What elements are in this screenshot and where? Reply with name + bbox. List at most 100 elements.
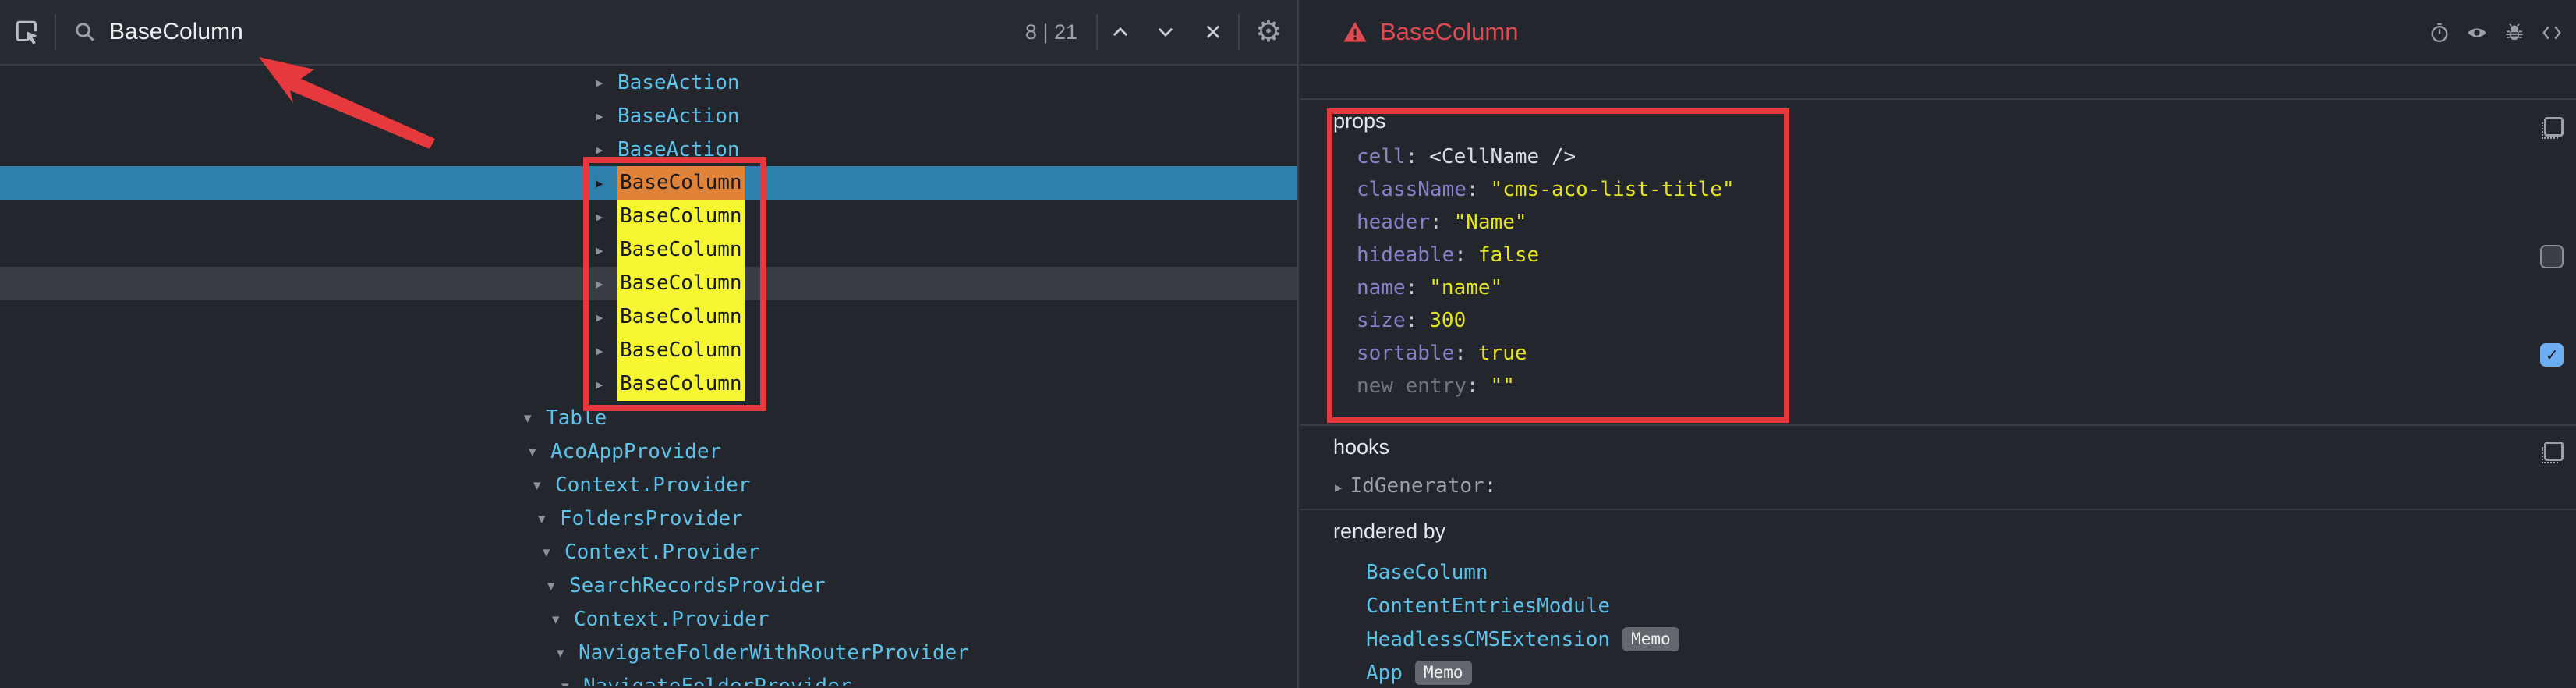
prop-value: true — [1478, 342, 1527, 365]
owner-name: BaseColumn — [1366, 561, 1488, 584]
prop-key: hideable — [1357, 243, 1467, 267]
search-match: BaseColumn — [617, 367, 745, 401]
search-results-count: 8 | 21 — [1025, 20, 1077, 44]
log-data-bug-icon[interactable] — [2504, 22, 2525, 44]
tree-row-hovered[interactable]: ▸BaseColumn — [0, 267, 1297, 300]
memo-badge: Memo — [1415, 661, 1472, 685]
tree-row[interactable]: ▾FoldersProvider — [0, 502, 1297, 535]
props-section: props cell<CellName /> className"cms-aco… — [1300, 100, 2576, 426]
prop-row[interactable]: name"name" — [1300, 271, 2576, 304]
collapse-triangle-icon[interactable]: ▸ — [596, 275, 617, 293]
component-name: FoldersProvider — [560, 507, 743, 530]
rendered-by-item[interactable]: ContentEntriesModule — [1300, 589, 2576, 622]
prop-key: sortable — [1357, 342, 1467, 365]
tree-row[interactable]: ▾SearchRecordsProvider — [0, 569, 1297, 602]
collapse-triangle-icon[interactable]: ▸ — [596, 208, 617, 225]
component-name: BaseAction — [617, 138, 740, 161]
expand-triangle-icon[interactable]: ▾ — [524, 410, 546, 427]
expand-triangle-icon[interactable]: ▾ — [547, 577, 569, 594]
prop-key: name — [1357, 276, 1417, 300]
expand-triangle-icon[interactable]: ▾ — [533, 477, 555, 494]
collapse-triangle-icon[interactable]: ▸ — [596, 74, 617, 91]
prop-checkbox-checked[interactable]: ✓ — [2540, 343, 2564, 367]
warning-icon — [1343, 20, 1368, 44]
expand-triangle-icon[interactable]: ▾ — [561, 678, 583, 687]
expand-triangle-icon[interactable]: ▾ — [552, 611, 574, 628]
prop-row[interactable]: sortable true ✓ — [1300, 337, 2576, 370]
component-name: BaseAction — [617, 105, 740, 128]
tree-row[interactable]: ▾Context.Provider — [0, 535, 1297, 569]
component-name: NavigateFolderProvider — [583, 675, 851, 687]
inspect-element-icon[interactable] — [0, 18, 55, 46]
collapse-triangle-icon[interactable]: ▸ — [596, 342, 617, 360]
rendered-by-item[interactable]: AppMemo — [1300, 656, 2576, 688]
prop-value: <CellName /> — [1429, 145, 1576, 168]
tree-row[interactable]: ▾Context.Provider — [0, 602, 1297, 636]
inspect-dom-eye-icon[interactable] — [2467, 23, 2487, 42]
expand-triangle-icon[interactable]: ▾ — [557, 644, 579, 661]
rendered-by-item[interactable]: HeadlessCMSExtensionMemo — [1300, 622, 2576, 656]
tree-row[interactable]: ▸BaseColumn — [0, 367, 1297, 401]
expand-triangle-icon[interactable]: ▾ — [538, 510, 560, 527]
collapse-triangle-icon[interactable]: ▸ — [596, 376, 617, 393]
tree-row[interactable]: ▸BaseColumn — [0, 200, 1297, 233]
expand-triangle-icon[interactable]: ▾ — [529, 443, 550, 460]
view-source-code-icon[interactable] — [2542, 23, 2562, 43]
copy-hooks-icon[interactable] — [2542, 442, 2564, 463]
tree-row[interactable]: ▾AcoAppProvider — [0, 434, 1297, 468]
tree-row[interactable]: ▸BaseColumn — [0, 300, 1297, 334]
tree-row[interactable]: ▾NavigateFolderWithRouterProvider — [0, 636, 1297, 669]
inspected-element-panel: BaseColumn — [1300, 0, 2576, 688]
tree-row[interactable]: ▾NavigateFolderProvider — [0, 669, 1297, 686]
tree-row[interactable]: ▸BaseAction — [0, 133, 1297, 166]
components-tree-panel: 8 | 21 ✕ ⚙ ▸BaseAction ▸BaseAction ▸Base… — [0, 0, 1299, 688]
collapse-triangle-icon[interactable]: ▸ — [596, 242, 617, 259]
props-section-label: props — [1300, 109, 2576, 136]
collapse-triangle-icon[interactable]: ▸ — [596, 309, 617, 326]
component-name: Context.Provider — [574, 608, 769, 631]
prop-row[interactable]: size300 — [1300, 304, 2576, 337]
rendered-by-item[interactable]: BaseColumn — [1300, 555, 2576, 589]
inspector-actions — [2429, 0, 2562, 66]
prop-checkbox-unchecked[interactable] — [2540, 245, 2564, 268]
copy-props-icon[interactable] — [2542, 117, 2564, 139]
prop-value: 300 — [1429, 309, 1466, 332]
settings-gear-icon[interactable]: ⚙ — [1240, 0, 1297, 65]
search-match: BaseColumn — [617, 200, 745, 233]
prop-row[interactable]: header"Name" — [1300, 206, 2576, 239]
tree-row-selected[interactable]: ▸BaseColumn — [0, 166, 1297, 200]
inspected-component-title: BaseColumn — [1380, 18, 1518, 46]
previous-result-button[interactable] — [1098, 21, 1143, 43]
tree-row[interactable]: ▸BaseAction — [0, 99, 1297, 133]
tree-row[interactable]: ▸BaseColumn — [0, 334, 1297, 367]
tree-row[interactable]: ▸BaseAction — [0, 66, 1297, 99]
component-name: AcoAppProvider — [550, 440, 721, 463]
collapse-triangle-icon[interactable]: ▸ — [596, 108, 617, 125]
search-icon — [73, 20, 97, 44]
next-result-button[interactable] — [1143, 21, 1188, 43]
tree-row[interactable]: ▸BaseColumn — [0, 233, 1297, 267]
search-toolbar: 8 | 21 ✕ ⚙ — [0, 0, 1297, 66]
collapse-triangle-icon[interactable]: ▸ — [596, 141, 617, 158]
suspend-stopwatch-icon[interactable] — [2429, 22, 2450, 44]
prop-row[interactable]: className"cms-aco-list-title" — [1300, 173, 2576, 206]
clear-search-button[interactable]: ✕ — [1188, 20, 1238, 45]
prop-row[interactable]: cell<CellName /> — [1300, 140, 2576, 173]
prop-row-new-entry[interactable]: new entry "" — [1300, 370, 2576, 403]
hook-row[interactable]: ▸IdGenerator — [1300, 470, 2576, 502]
rendered-by-section: rendered by BaseColumn ContentEntriesMod… — [1300, 510, 2576, 688]
collapse-triangle-icon[interactable]: ▸ — [1335, 479, 1343, 496]
tree-row[interactable]: ▾Table — [0, 401, 1297, 434]
prop-value: "" — [1491, 374, 1515, 398]
expand-triangle-icon[interactable]: ▾ — [543, 544, 564, 561]
hooks-section-label: hooks — [1300, 435, 2576, 462]
component-tree: ▸BaseAction ▸BaseAction ▸BaseAction ▸Bas… — [0, 66, 1297, 686]
prop-row[interactable]: hideablefalse — [1300, 239, 2576, 271]
tree-row[interactable]: ▾Context.Provider — [0, 468, 1297, 502]
inspected-element-header: BaseColumn — [1300, 0, 2576, 66]
search-input[interactable] — [109, 19, 811, 45]
collapse-triangle-icon[interactable]: ▸ — [596, 175, 617, 192]
prop-key: new entry — [1357, 374, 1479, 398]
component-name: Context.Provider — [555, 473, 750, 497]
search-field[interactable] — [56, 19, 1025, 45]
